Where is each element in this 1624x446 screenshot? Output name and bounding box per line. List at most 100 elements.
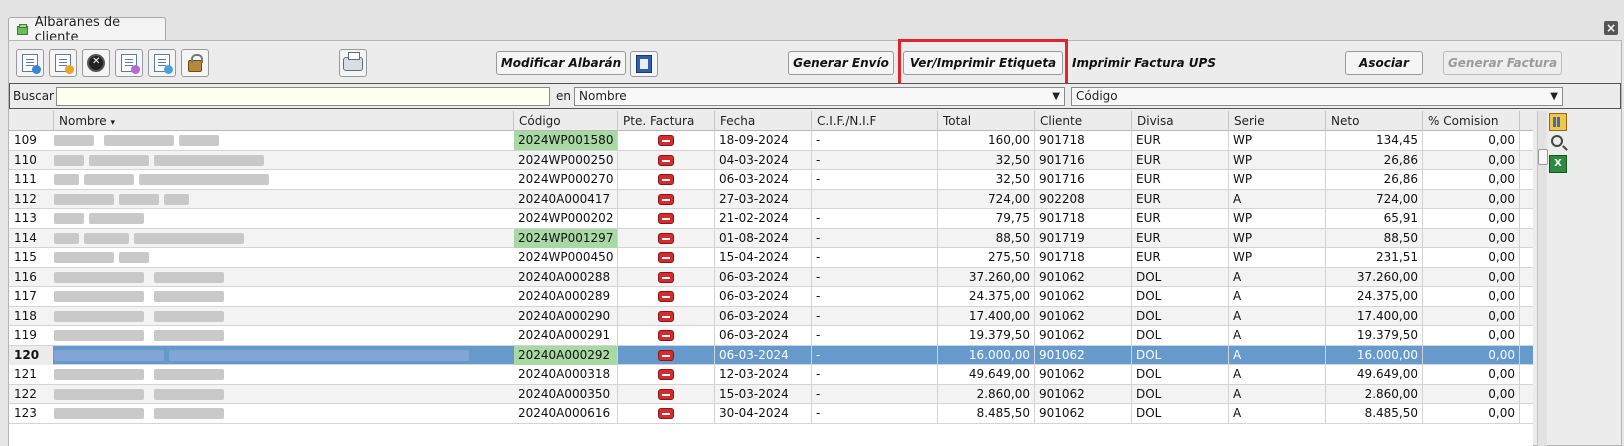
cancel-circle-icon [87,54,105,72]
table-row[interactable]: 115 2024WP000450 15-04-2024-275,50 901718 EU… [9,248,1533,268]
pending-icon [658,174,674,185]
cell-total: 160,00 [938,131,1035,150]
redacted-name [54,133,474,148]
search-input[interactable] [56,87,550,106]
cell-total: 724,00 [938,189,1035,209]
cell-neto: 37.260,00 [1326,267,1423,287]
table-row[interactable]: 112 20240A000417 27-03-2024 724,00 902208 EUR… [9,189,1533,209]
cell-comision: 0,00 [1423,248,1520,267]
table-row[interactable]: 109 2024WP001580 18-09-2024-160,00 901718 EU… [9,131,1533,151]
cell-pte-factura [618,150,715,170]
pending-icon [658,349,674,361]
tab-albaranes[interactable]: Albaranes de cliente [8,15,166,45]
row-number: 119 [14,328,37,342]
print-button[interactable] [339,49,367,77]
table-row[interactable]: 117 20240A000289 06-03-2024-24.375,00 90106… [9,287,1533,307]
cell-neto: 88,50 [1326,228,1423,248]
table-row[interactable]: 118 20240A000290 06-03-2024-17.400,00 90106… [9,306,1533,326]
imprimir-factura-ups-button[interactable]: Imprimir Factura UPS [1069,51,1219,75]
table-row[interactable]: 123 20240A000616 30-04-2024-8.485,50 901062… [9,404,1533,424]
header-cif[interactable]: C.I.F./N.I.F [812,111,938,131]
header-serie[interactable]: Serie [1229,111,1326,131]
redacted-name [54,387,474,402]
table-row[interactable]: 110 2024WP000250 04-03-2024-32,50 901716 EUR… [9,150,1533,170]
table-row[interactable]: 121 20240A000318 12-03-2024-49.649,00 90106… [9,365,1533,385]
cell-neto: 26,86 [1326,170,1423,189]
redacted-name [54,153,474,168]
cell-total: 32,50 [938,170,1035,189]
header-neto[interactable]: Neto [1326,111,1423,131]
header-total[interactable]: Total [938,111,1035,131]
cell-pte-factura [618,326,715,345]
cell-cliente: 901718 [1035,131,1132,150]
cancel-button[interactable] [82,49,110,77]
columns-config-icon[interactable] [1549,113,1567,131]
redacted-name [54,172,474,187]
vertical-scrollbar[interactable] [1537,111,1548,446]
row-number: 113 [14,211,37,225]
cell-total: 16.000,00 [938,345,1035,365]
cell-codigo: 20240A000417 [514,189,618,209]
cell-divisa: DOL [1132,267,1229,287]
excel-export-icon[interactable]: X [1549,155,1567,173]
header-rownum [9,111,54,131]
header-codigo[interactable]: Código [514,111,618,131]
cell-divisa: DOL [1132,404,1229,423]
modificar-albaran-button[interactable]: Modificar Albarán [496,51,626,75]
cell-total: 49.649,00 [938,365,1035,384]
lock-button[interactable] [181,49,209,77]
cell-divisa: DOL [1132,287,1229,306]
table-row[interactable]: 116 20240A000288 06-03-2024-37.260,00 90106… [9,267,1533,287]
row-number: 120 [9,345,53,365]
table-row[interactable]: 111 2024WP000270 06-03-2024-32,50 901716 EUR… [9,170,1533,190]
cell-divisa: EUR [1132,228,1229,248]
table-row[interactable]: 114 2024WP001297 01-08-2024-88,50 901719 EUR… [9,228,1533,248]
search-field-select[interactable]: Nombre ▼ [574,87,1065,106]
cell-comision: 0,00 [1423,209,1520,228]
new-document-button[interactable] [16,49,44,77]
table-row[interactable]: 120 20240A000292 06-03-2024-16.000,00 90106… [9,345,1533,365]
header-pte-factura[interactable]: Pte. Factura [618,111,715,131]
search-icon[interactable] [1551,135,1563,147]
table-row[interactable]: 122 20240A000350 15-03-2024-2.860,00 901062… [9,384,1533,404]
cell-divisa: DOL [1132,384,1229,404]
cell-neto: 2.860,00 [1326,384,1423,404]
cell-neto: 724,00 [1326,189,1423,209]
cell-divisa: DOL [1132,306,1229,326]
header-cliente[interactable]: Cliente [1035,111,1132,131]
cell-fecha: 15-03-2024 [715,384,812,404]
table-row[interactable]: 113 2024WP000202 21-02-2024-79,75 901718 EUR… [9,209,1533,229]
cell-serie: A [1229,365,1326,384]
cell-fecha: 06-03-2024 [715,326,812,345]
cell-total: 32,50 [938,150,1035,170]
generar-envio-button[interactable]: Generar Envío [788,51,894,75]
cell-cliente: 901062 [1035,306,1132,326]
new-document-icon [22,54,41,74]
close-icon[interactable]: × [1604,21,1618,35]
cell-serie: WP [1229,170,1326,189]
row-number: 114 [14,230,37,245]
cell-total: 79,75 [938,209,1035,228]
asociar-button[interactable]: Asociar [1345,51,1423,75]
cell-divisa: DOL [1132,326,1229,345]
book-button[interactable] [630,51,658,77]
copy-document-button[interactable] [115,49,143,77]
scroll-thumb[interactable] [1538,149,1548,165]
generar-factura-button[interactable]: Generar Factura [1443,51,1562,75]
header-divisa[interactable]: Divisa [1132,111,1229,131]
chevron-down-icon: ▼ [1550,91,1558,102]
header-fecha[interactable]: Fecha [715,111,812,131]
cell-neto: 134,45 [1326,131,1423,150]
header-comision[interactable]: % Comision [1423,111,1520,131]
cell-total: 19.379,50 [938,326,1035,345]
export-document-button[interactable] [148,49,176,77]
order-select[interactable]: Código ▼ [1071,87,1563,106]
cell-pte-factura [618,131,715,150]
header-nombre[interactable]: Nombre ▾ [54,111,514,131]
edit-document-button[interactable] [49,49,77,77]
cell-codigo: 20240A000291 [514,326,618,345]
cell-codigo: 20240A000288 [514,267,618,287]
cell-codigo: 20240A000616 [514,404,618,423]
row-number: 121 [14,367,37,381]
table-row[interactable]: 119 20240A000291 06-03-2024-19.379,50 90106… [9,326,1533,346]
